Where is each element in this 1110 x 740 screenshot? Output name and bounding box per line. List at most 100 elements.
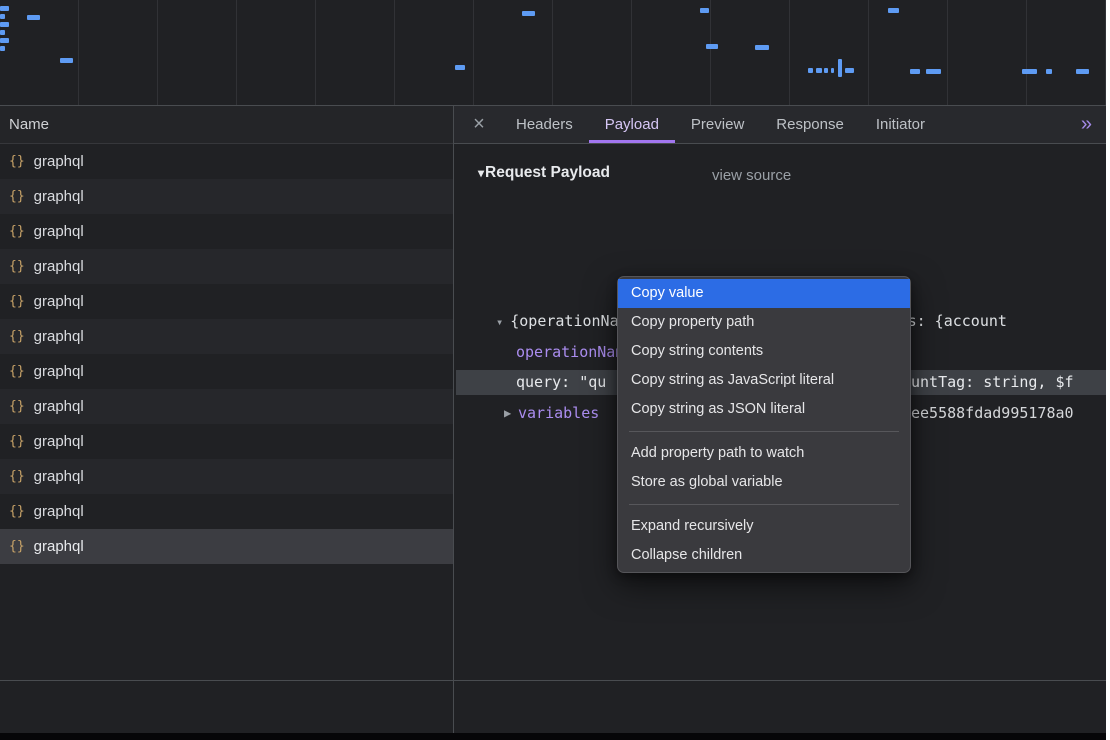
timeline-bar <box>1022 69 1037 74</box>
network-request-row[interactable]: {} graphql <box>0 249 453 284</box>
network-request-row[interactable]: {} graphql <box>0 319 453 354</box>
timeline-bar <box>816 68 822 73</box>
timeline-bar <box>0 46 5 51</box>
property-key: operationName <box>516 343 633 361</box>
menu-item-expand-recursively[interactable]: Expand recursively <box>618 512 910 541</box>
view-source-link[interactable]: view source <box>712 167 791 184</box>
json-braces-icon: {} <box>9 294 25 309</box>
json-braces-icon: {} <box>9 154 25 169</box>
request-name: graphql <box>34 188 84 205</box>
json-braces-icon: {} <box>9 399 25 414</box>
request-name: graphql <box>34 293 84 310</box>
json-braces-icon: {} <box>9 259 25 274</box>
timeline-bar <box>522 11 535 16</box>
request-name: graphql <box>34 503 84 520</box>
tab-response[interactable]: Response <box>760 106 860 143</box>
menu-separator <box>629 431 899 432</box>
menu-item-add-property-path-to-watch[interactable]: Add property path to watch <box>618 439 910 468</box>
json-braces-icon: {} <box>9 469 25 484</box>
query-text-left: query: "qu <box>516 370 606 395</box>
network-request-row[interactable]: {} graphql <box>0 144 453 179</box>
timeline-bar <box>1076 69 1089 74</box>
window-bottom-edge <box>0 733 1106 740</box>
timeline-bar <box>0 6 9 11</box>
json-braces-icon: {} <box>9 434 25 449</box>
tab-initiator[interactable]: Initiator <box>860 106 941 143</box>
network-request-row[interactable]: {} graphql <box>0 179 453 214</box>
summary-bar <box>0 680 1106 734</box>
tab-preview[interactable]: Preview <box>675 106 760 143</box>
property-key: variables <box>518 402 599 424</box>
network-overview-timeline[interactable] <box>0 0 1106 106</box>
json-braces-icon: {} <box>9 329 25 344</box>
request-name: graphql <box>34 223 84 240</box>
request-name: graphql <box>34 398 84 415</box>
request-name: graphql <box>34 363 84 380</box>
close-icon[interactable]: × <box>468 113 490 136</box>
menu-item-copy-string-as-javascript-literal[interactable]: Copy string as JavaScript literal <box>618 366 910 395</box>
context-menu: Copy valueCopy property pathCopy string … <box>617 276 911 573</box>
menu-item-store-as-global-variable[interactable]: Store as global variable <box>618 468 910 497</box>
request-name: graphql <box>34 538 84 555</box>
menu-separator <box>629 504 899 505</box>
devtools-window: Name {} graphql {} graphql {} graphql {} graphq… <box>0 0 1106 740</box>
timeline-bar <box>831 68 834 73</box>
tab-headers[interactable]: Headers <box>500 106 589 143</box>
expander-open-icon: ▾ <box>478 166 484 180</box>
network-request-row[interactable]: {} graphql <box>0 529 453 564</box>
timeline-bar <box>910 69 920 74</box>
network-request-row[interactable]: {} graphql <box>0 284 453 319</box>
timeline-bar <box>0 30 5 35</box>
timeline-bar <box>755 45 769 50</box>
menu-item-copy-string-as-json-literal[interactable]: Copy string as JSON literal <box>618 395 910 424</box>
json-braces-icon: {} <box>9 224 25 239</box>
detail-tabs: HeadersPayloadPreviewResponseInitiator <box>500 106 941 143</box>
network-request-row[interactable]: {} graphql <box>0 214 453 249</box>
requests-list: {} graphql {} graphql {} graphql {} graphql {} gr… <box>0 144 453 564</box>
detail-tabbar: × HeadersPayloadPreviewResponseInitiator… <box>454 106 1106 144</box>
menu-item-copy-property-path[interactable]: Copy property path <box>618 308 910 337</box>
request-name: graphql <box>34 468 84 485</box>
json-braces-icon: {} <box>9 539 25 554</box>
request-name: graphql <box>34 433 84 450</box>
requests-panel: Name {} graphql {} graphql {} graphql {} graphq… <box>0 106 453 680</box>
query-text-right: untTag: string, $f <box>911 370 1106 395</box>
timeline-bar <box>926 69 941 74</box>
section-title: Request Payload <box>485 164 610 181</box>
expander-open-icon: ▾ <box>496 315 503 329</box>
timeline-bar <box>60 58 73 63</box>
menu-item-copy-string-contents[interactable]: Copy string contents <box>618 337 910 366</box>
request-payload-section[interactable]: ▾Request Payload <box>478 164 610 182</box>
timeline-bar <box>27 15 40 20</box>
column-header-name[interactable]: Name <box>0 106 453 144</box>
request-name: graphql <box>34 328 84 345</box>
json-braces-icon: {} <box>9 189 25 204</box>
timeline-bar <box>706 44 718 49</box>
request-name: graphql <box>34 258 84 275</box>
timeline-bar <box>888 8 899 13</box>
timeline-bar <box>0 38 9 43</box>
network-request-row[interactable]: {} graphql <box>0 459 453 494</box>
network-request-row[interactable]: {} graphql <box>0 494 453 529</box>
menu-item-copy-value[interactable]: Copy value <box>618 279 910 308</box>
timeline-bar <box>808 68 813 73</box>
timeline-bar <box>824 68 828 73</box>
expander-closed-icon: ▶ <box>504 402 511 424</box>
json-braces-icon: {} <box>9 504 25 519</box>
json-braces-icon: {} <box>9 364 25 379</box>
timeline-bar <box>0 22 9 27</box>
network-request-row[interactable]: {} graphql <box>0 389 453 424</box>
menu-item-collapse-children[interactable]: Collapse children <box>618 541 910 570</box>
timeline-bar <box>838 59 842 77</box>
timeline-bar <box>0 14 5 19</box>
timeline-bar <box>700 8 709 13</box>
timeline-bar <box>455 65 465 70</box>
request-name: graphql <box>34 153 84 170</box>
network-request-row[interactable]: {} graphql <box>0 424 453 459</box>
column-header-label: Name <box>9 116 49 133</box>
variables-value-right: ee5588fdad995178a0 <box>911 402 1106 424</box>
tab-payload[interactable]: Payload <box>589 106 675 143</box>
more-tabs-icon[interactable]: » <box>1081 106 1092 143</box>
timeline-bar <box>845 68 854 73</box>
network-request-row[interactable]: {} graphql <box>0 354 453 389</box>
